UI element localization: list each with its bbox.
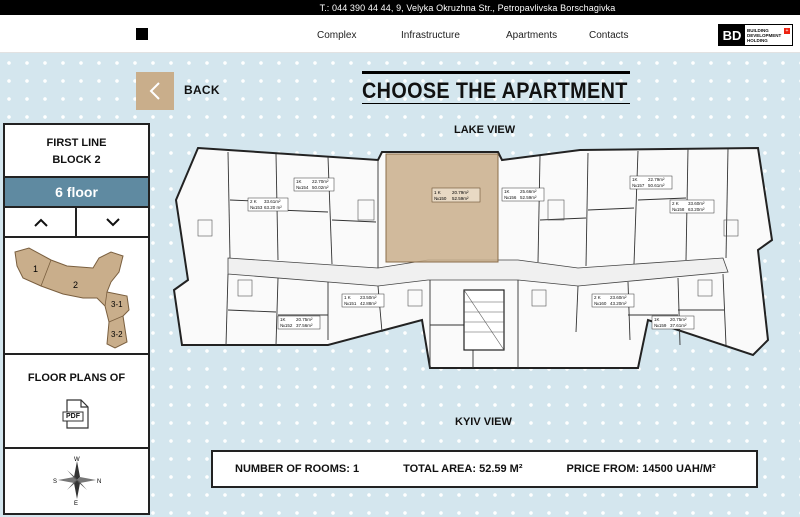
apt-157-rooms: 1K xyxy=(632,177,638,182)
rooms-info: NUMBER OF ROOMS: 1 xyxy=(235,463,359,475)
sidebar-line-label: FIRST LINE xyxy=(46,137,107,149)
floor-plan: 1 K 20.79m² №150 52.59m² 1K 22.70m² №154… xyxy=(172,146,774,369)
nav-infrastructure[interactable]: Infrastructure xyxy=(401,30,460,41)
title-rule xyxy=(362,71,630,74)
floor-indicator: 6 floor xyxy=(5,178,148,206)
chevron-left-icon xyxy=(149,82,160,100)
apartment-info-box: NUMBER OF ROOMS: 1 TOTAL AREA: 52.59 M² … xyxy=(211,450,758,488)
selected-apartment[interactable] xyxy=(385,153,499,263)
area-info: TOTAL AREA: 52.59 M² xyxy=(403,463,522,475)
apt-157-area: 22.79m² xyxy=(648,177,665,182)
divider xyxy=(5,447,148,449)
floor-down-button[interactable] xyxy=(77,208,148,236)
contact-text: T.: 044 390 44 44, 9, Velyka Okruzhna St… xyxy=(319,2,616,13)
apt-152-total: 37.56m² xyxy=(296,323,313,328)
contact-bar: T.: 044 390 44 44, 9, Velyka Okruzhna St… xyxy=(0,0,800,15)
apt-151-num: №151 xyxy=(344,301,357,306)
apt-154-rooms: 1K xyxy=(296,179,302,184)
nav-complex[interactable]: Complex xyxy=(317,30,356,41)
page-title: CHOOSE THE APARTMENT xyxy=(362,78,628,103)
price-info: PRICE FROM: 14500 UAH/M² xyxy=(567,463,716,475)
company-logo[interactable]: BD BUILDING DEVELOPMENT HOLDING + xyxy=(718,24,793,46)
apt-151-area: 23.50m² xyxy=(360,295,377,300)
compass-s: E xyxy=(74,501,78,505)
menu-icon[interactable] xyxy=(136,28,148,40)
apt-156-rooms: 1K xyxy=(504,189,510,194)
apt-157-total: 50.61m² xyxy=(648,183,665,188)
section-1-label[interactable]: 1 xyxy=(33,264,38,274)
nav-contacts[interactable]: Contacts xyxy=(589,30,628,41)
apt-156-num: №156 xyxy=(504,195,517,200)
kyiv-view-label: KYIV VIEW xyxy=(455,416,512,428)
sidebar-block-label: BLOCK 2 xyxy=(52,154,101,166)
floor-up-button[interactable] xyxy=(5,208,76,236)
logo-mark: BD xyxy=(719,25,745,45)
apt-160-total: 43.20m² xyxy=(610,301,627,306)
title-underline xyxy=(362,103,630,104)
apt-153-total: 63.20 m² xyxy=(264,205,282,210)
back-label[interactable]: BACK xyxy=(184,83,220,97)
swiss-flag-icon: + xyxy=(784,28,790,34)
apt-158-area: 33.60m² xyxy=(688,201,705,206)
apt-159-total: 37.61m² xyxy=(670,323,687,328)
sidebar: FIRST LINE BLOCK 2 6 floor 1 2 3-1 3-2 F… xyxy=(3,123,150,515)
apt-152-area: 20.75m² xyxy=(296,317,313,322)
section-3-2-label[interactable]: 3-2 xyxy=(111,330,123,339)
apt-152-num: №152 xyxy=(280,323,293,328)
compass-n: W xyxy=(74,457,80,463)
apt-151-total: 42.88m² xyxy=(360,301,377,306)
apt-156-total: 52.59m² xyxy=(520,195,537,200)
apt-160-area: 23.60m² xyxy=(610,295,627,300)
apt-159-num: №159 xyxy=(654,323,667,328)
nav-apartments[interactable]: Apartments xyxy=(506,30,557,41)
apt-153-rooms: 2 K xyxy=(250,199,257,204)
apt-154-area: 22.70m² xyxy=(312,179,329,184)
price-label: PRICE FROM: xyxy=(566,463,640,475)
selected-apt-number: №150 xyxy=(434,196,447,201)
apt-151-rooms: 1 K xyxy=(344,295,351,300)
divider xyxy=(5,353,148,355)
apt-159-rooms: 1K xyxy=(654,317,660,322)
area-value: 52.59 M² xyxy=(479,463,523,475)
apt-158-rooms: 2 K xyxy=(672,201,679,206)
compass-icon: W S N E xyxy=(53,457,101,505)
apt-156-area: 25.66m² xyxy=(520,189,537,194)
apt-152-rooms: 1K xyxy=(280,317,286,322)
pdf-download-button[interactable]: PDF xyxy=(61,398,93,430)
selected-apt-rooms: 1 K xyxy=(434,190,441,195)
chevron-down-icon xyxy=(105,217,120,226)
apt-160-num: №160 xyxy=(594,301,607,306)
navbar: Complex Infrastructure Apartments Contac… xyxy=(0,15,800,53)
pdf-label: PDF xyxy=(66,413,80,420)
apt-158-total: 63.20m² xyxy=(688,207,705,212)
apt-157-num: №157 xyxy=(632,183,645,188)
block-section-map[interactable]: 1 2 3-1 3-2 xyxy=(11,242,143,350)
selected-apt-area: 20.79m² xyxy=(452,190,469,195)
section-3-1-label[interactable]: 3-1 xyxy=(111,300,123,309)
price-value: 14500 UAH/M² xyxy=(642,463,716,475)
chevron-up-icon xyxy=(33,218,48,227)
rooms-label: NUMBER OF ROOMS: xyxy=(235,463,350,475)
apt-159-area: 20.75m² xyxy=(670,317,687,322)
lake-view-label: LAKE VIEW xyxy=(454,124,516,136)
back-button[interactable] xyxy=(136,72,174,110)
floor-plans-label: FLOOR PLANS OF xyxy=(27,372,126,384)
compass-e: N xyxy=(97,479,101,485)
logo-text: BUILDING DEVELOPMENT HOLDING xyxy=(747,27,782,43)
divider xyxy=(5,236,148,238)
selected-apt-total: 52.59m² xyxy=(452,196,469,201)
apt-153-num: №153 xyxy=(250,205,263,210)
apt-160-rooms: 2 K xyxy=(594,295,601,300)
apt-154-num: №154 xyxy=(296,185,309,190)
apt-153-area: 33.61m² xyxy=(264,199,281,204)
section-2-label[interactable]: 2 xyxy=(73,280,78,290)
apt-158-num: №158 xyxy=(672,207,685,212)
compass-w: S xyxy=(53,479,57,485)
apt-154-total: 50.02m² xyxy=(312,185,329,190)
area-label: TOTAL AREA: xyxy=(403,463,477,475)
rooms-value: 1 xyxy=(352,463,360,475)
